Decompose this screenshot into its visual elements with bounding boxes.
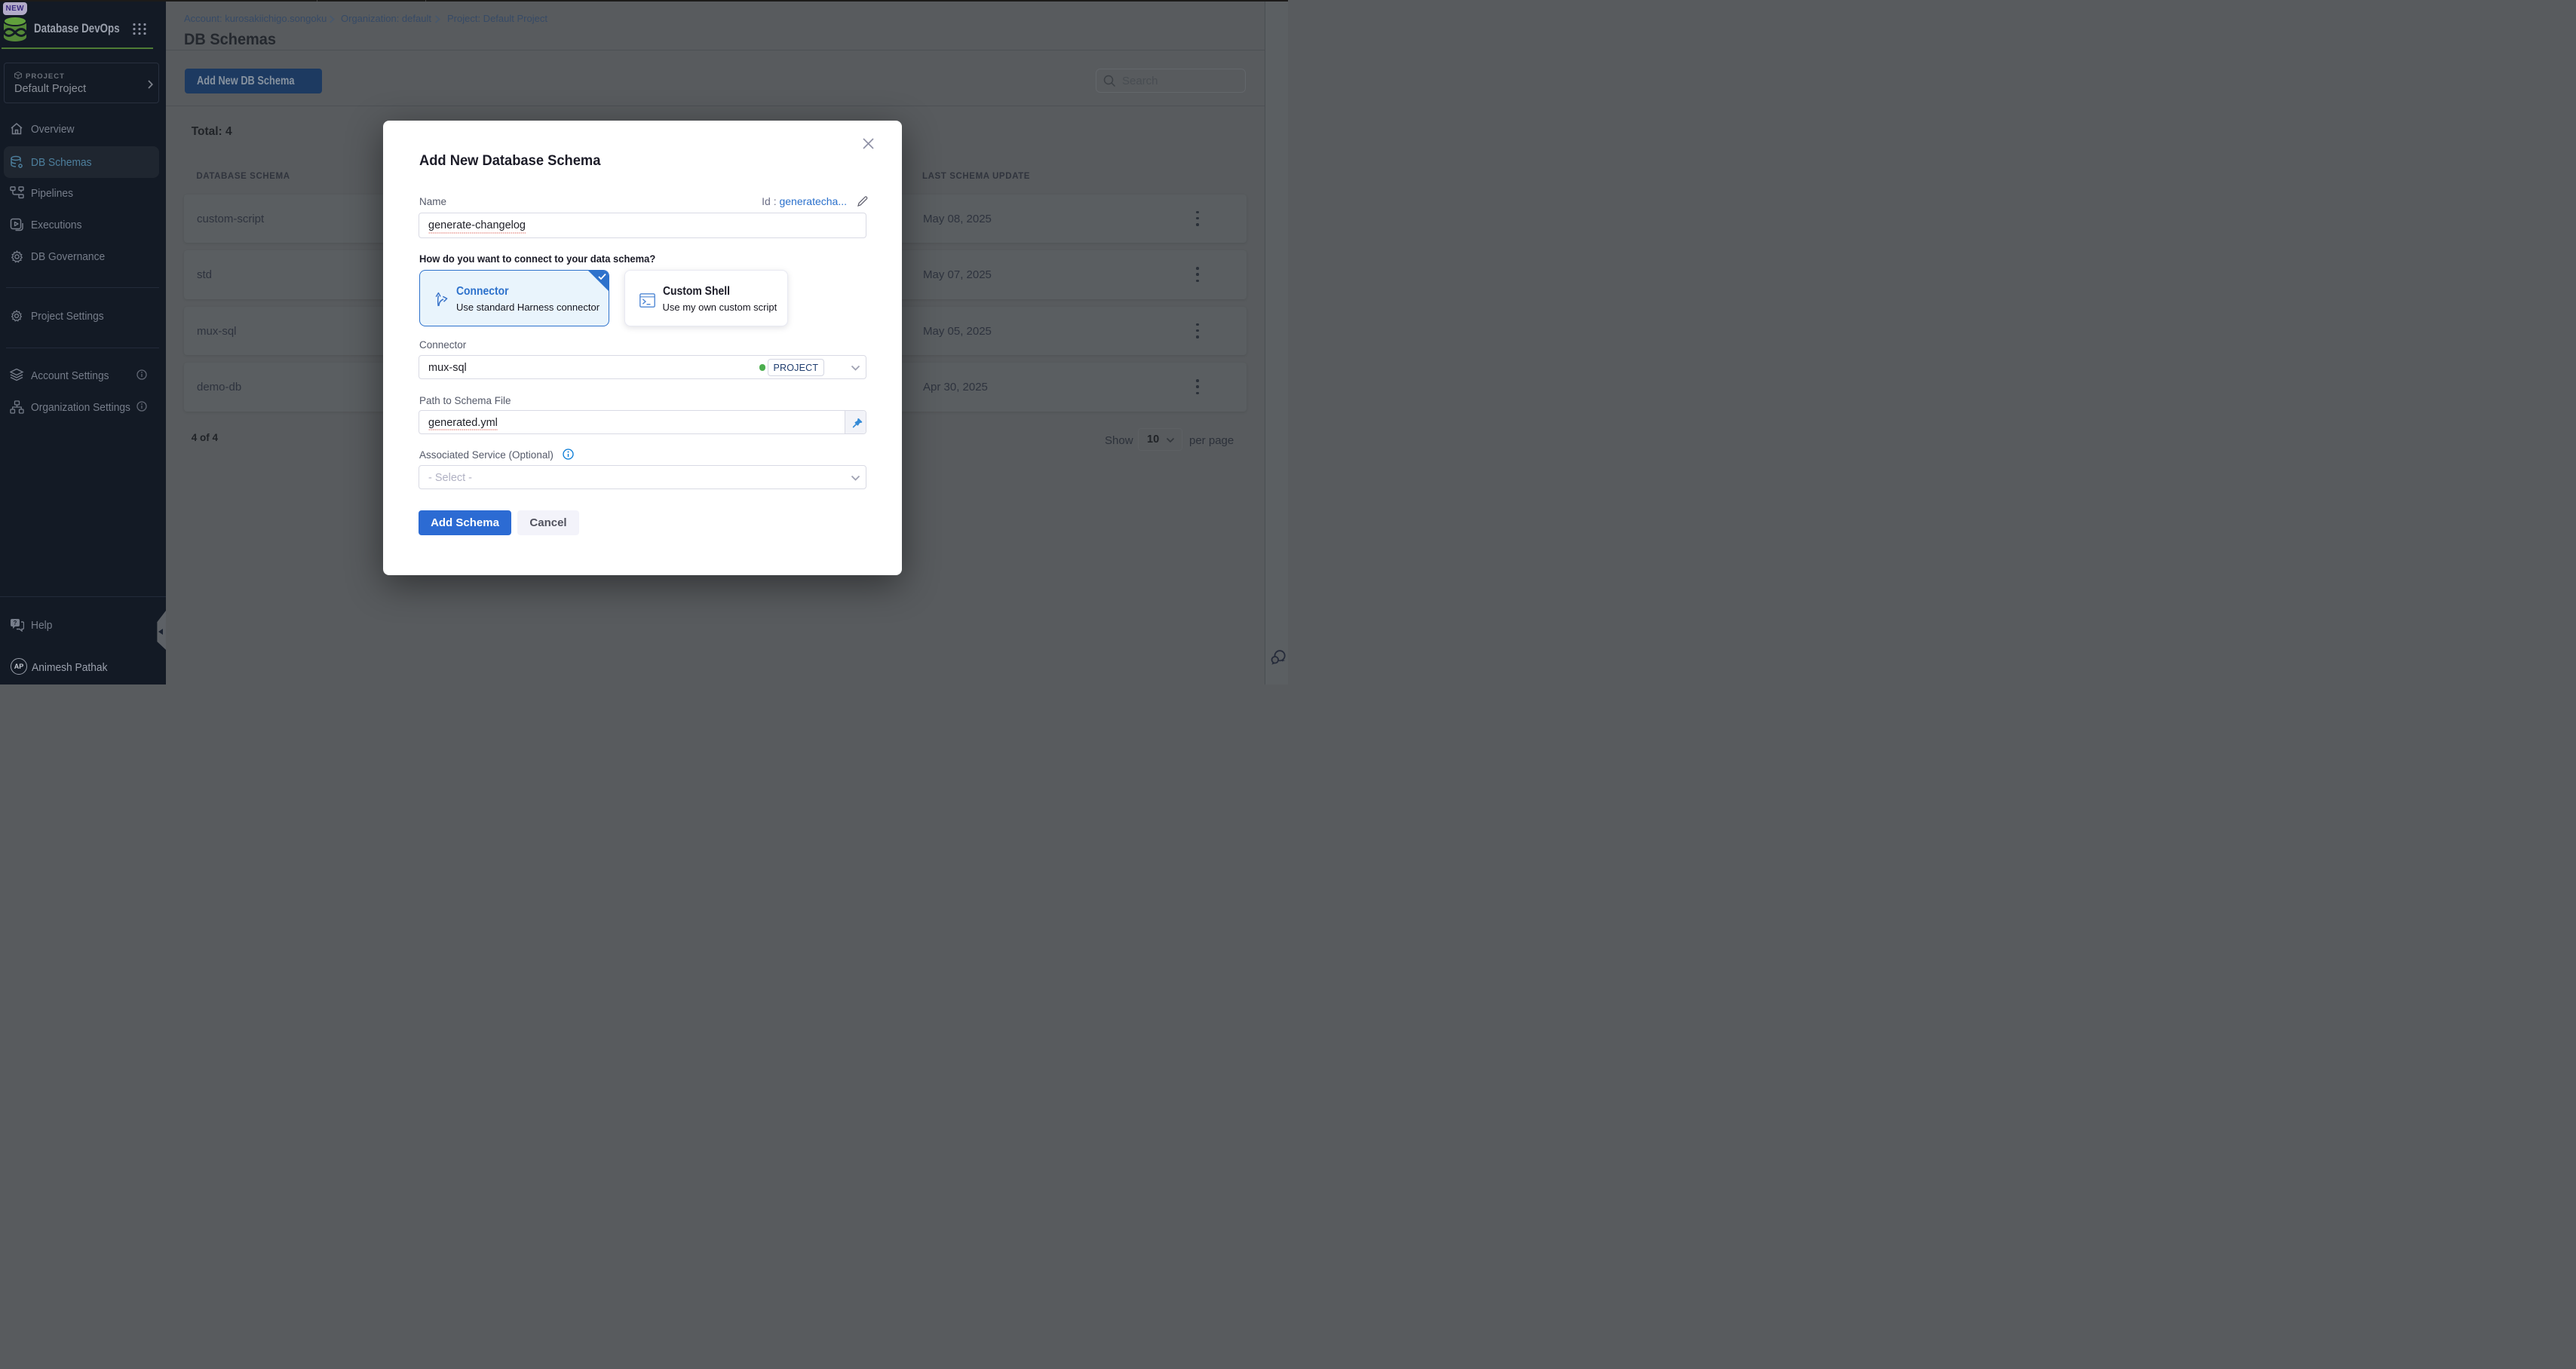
svg-text:?: ? bbox=[14, 620, 17, 626]
